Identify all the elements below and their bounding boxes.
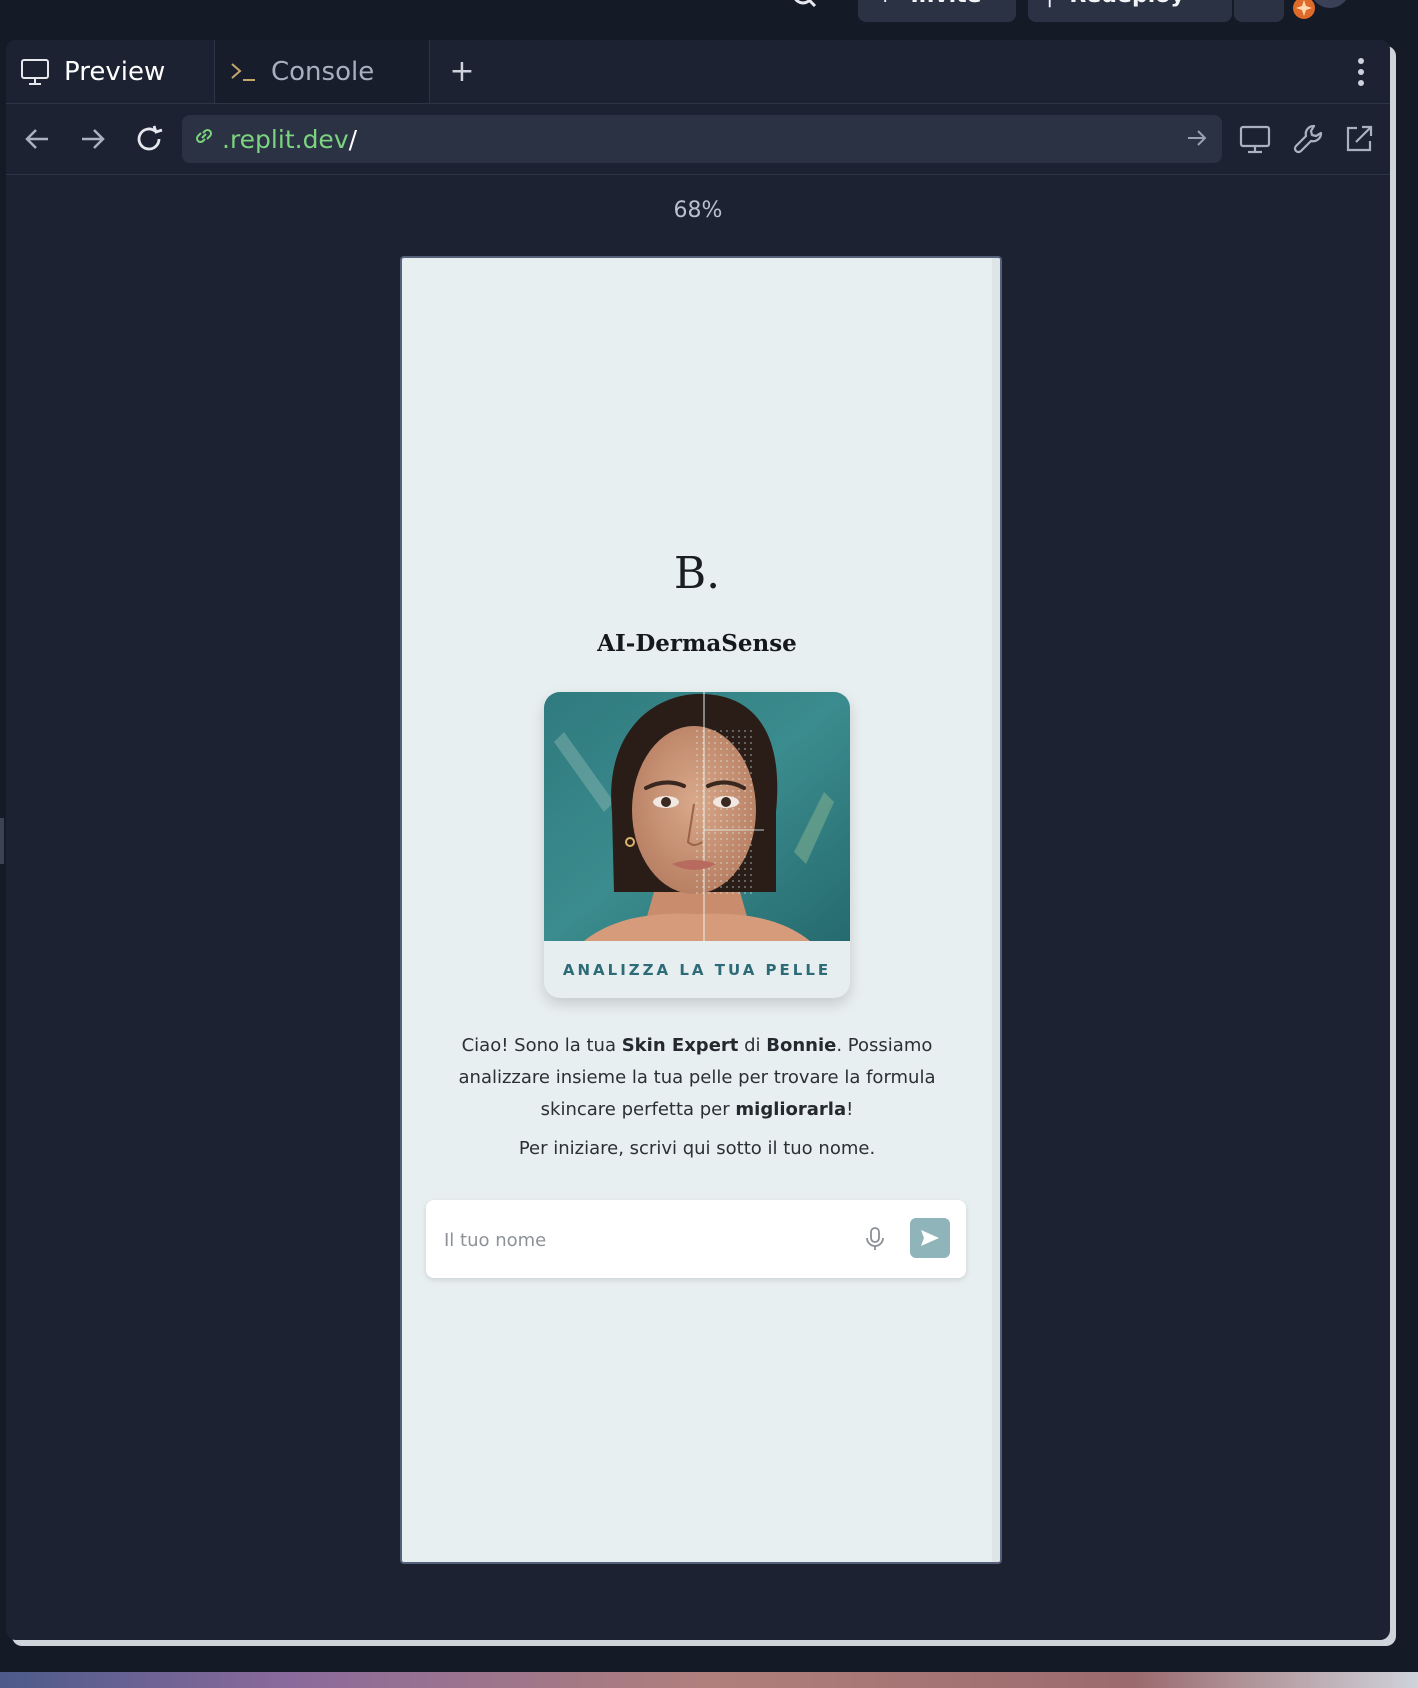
analyze-skin-label: ANALIZZA LA TUA PELLE [562, 960, 832, 979]
browser-nav-bar: .replit.dev / [6, 104, 1390, 175]
arrow-right-icon[interactable] [76, 122, 110, 156]
device-preview-frame: B. AI-DermaSense ANALIZZA LA TUA PELLE C… [400, 256, 1002, 1564]
tab-console[interactable]: Console [214, 40, 430, 103]
tab-preview[interactable]: Preview [6, 40, 214, 103]
more-options-icon[interactable] [1346, 52, 1376, 92]
top-bar: + Invite | Redeploy [0, 0, 1418, 40]
send-button[interactable] [910, 1218, 950, 1258]
brand-logo: B. [673, 548, 721, 599]
search-icon[interactable] [792, 0, 818, 12]
terminal-icon [229, 60, 257, 84]
external-link-icon[interactable] [1342, 122, 1376, 156]
improve-highlight: migliorarla [735, 1099, 847, 1120]
side-resize-handle[interactable] [0, 818, 4, 864]
monitor-icon [20, 58, 50, 86]
reload-icon[interactable] [132, 122, 166, 156]
arrow-left-icon[interactable] [20, 122, 54, 156]
monitor-icon[interactable] [1238, 122, 1272, 156]
send-icon [921, 1230, 939, 1246]
url-host: .replit.dev [222, 124, 349, 154]
link-icon [192, 124, 216, 154]
wrench-icon[interactable] [1292, 122, 1326, 156]
add-tab-button[interactable]: + [444, 54, 480, 90]
user-plus-icon: + [876, 0, 894, 8]
arrow-right-icon[interactable] [1184, 125, 1210, 151]
skin-expert-highlight: Skin Expert [621, 1035, 739, 1056]
name-input[interactable] [442, 1218, 836, 1262]
url-bar[interactable]: .replit.dev / [182, 115, 1222, 163]
desktop-background [0, 1672, 1418, 1688]
app-title: AI-DermaSense [597, 630, 797, 657]
face-scan-image [544, 692, 850, 941]
zoom-level: 68% [673, 198, 723, 223]
tab-bar: Preview Console + [6, 40, 1390, 104]
menu-button[interactable] [1234, 0, 1284, 22]
microphone-icon[interactable] [864, 1226, 886, 1252]
scrollbar[interactable] [992, 258, 1000, 1562]
intro-message: Ciao! Sono la tua Skin Expert di Bonnie.… [458, 1035, 936, 1120]
start-instruction: Per iniziare, scrivi qui sotto il tuo no… [518, 1138, 876, 1159]
redeploy-button[interactable]: | Redeploy [1028, 0, 1232, 22]
analyze-skin-card[interactable]: ANALIZZA LA TUA PELLE [544, 692, 850, 998]
invite-button[interactable]: + Invite [858, 0, 1016, 22]
brand-highlight: Bonnie [766, 1035, 837, 1056]
name-input-container [426, 1200, 966, 1278]
deploy-icon: | [1046, 0, 1053, 8]
avatar[interactable] [1290, 0, 1346, 20]
url-path: / [348, 124, 358, 154]
preview-panel: Preview Console + .replit.dev / 68% B. A… [6, 40, 1390, 1640]
